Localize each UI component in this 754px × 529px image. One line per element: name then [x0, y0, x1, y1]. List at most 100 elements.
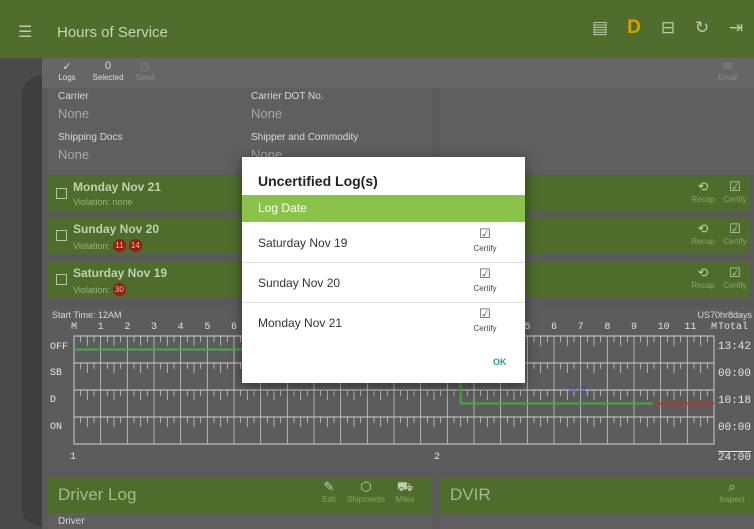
- logout-icon[interactable]: ⇥: [726, 18, 746, 38]
- certify-icon: ☑: [479, 226, 491, 241]
- certify-button[interactable]: ☑ Certify: [720, 221, 750, 246]
- menu-icon[interactable]: ☰: [18, 22, 32, 42]
- dialog-certify-button[interactable]: ☑ Certify: [467, 266, 503, 293]
- box-icon: ⬡: [360, 479, 372, 494]
- violation-label: Violation:: [73, 240, 110, 251]
- logs-label: Logs: [58, 73, 76, 82]
- certify-label: Certify: [473, 324, 497, 333]
- send-icon: ◷: [140, 61, 150, 73]
- log-toolbar: ✓ Logs 0 Selected ◷ Send ✉ Email: [42, 58, 754, 88]
- certify-label: Certify: [473, 284, 497, 293]
- recap-button[interactable]: ⟲ Recap: [688, 265, 718, 290]
- recap-icon: ⟲: [697, 265, 709, 280]
- recap-label: Recap: [691, 237, 715, 246]
- recap-button[interactable]: ⟲ Recap: [688, 221, 718, 246]
- miles-label: Miles: [395, 495, 415, 504]
- dialog-log-date: Sunday Nov 20: [258, 276, 341, 290]
- violation-info: Violation: none: [73, 197, 132, 207]
- page-title: Hours of Service: [57, 24, 168, 41]
- certify-icon: ☑: [479, 266, 491, 281]
- violation-info: Violation: 30: [73, 283, 126, 296]
- selected-counter: 0 Selected: [90, 60, 126, 82]
- log-row-date: Sunday Nov 20: [73, 222, 160, 236]
- send-label: Send: [135, 73, 155, 82]
- certify-label: Certify: [723, 195, 747, 204]
- side-drawer-handle[interactable]: [22, 76, 42, 526]
- dialog-log-row: Saturday Nov 19 ☑ Certify: [242, 223, 525, 263]
- recap-label: Recap: [691, 281, 715, 290]
- inspect-button[interactable]: ⌕ Inspect: [716, 479, 748, 504]
- dialog-title: Uncertified Log(s): [258, 173, 378, 189]
- dialog-log-date: Saturday Nov 19: [258, 236, 348, 250]
- dialog-certify-button[interactable]: ☑ Certify: [467, 306, 503, 333]
- pencil-icon: ✎: [323, 479, 335, 494]
- app-bar: ☰ Hours of Service ▤ D ⊟ ↻ ⇥: [0, 0, 754, 58]
- row-checkbox[interactable]: [56, 230, 67, 241]
- carrier-dot-label: Carrier DOT No.: [251, 91, 324, 102]
- shipments-button[interactable]: ⬡ Shipments: [346, 479, 386, 504]
- dialog-certify-button[interactable]: ☑ Certify: [467, 226, 503, 253]
- inspect-label: Inspect: [719, 495, 745, 504]
- driver-log-title: Driver Log: [58, 485, 137, 504]
- dvir-title: DVIR: [450, 485, 491, 504]
- certify-icon: ☑: [479, 306, 491, 321]
- carrier-dot-value: None: [251, 106, 283, 121]
- shipping-docs-label: Shipping Docs: [58, 132, 123, 143]
- certify-label: Certify: [723, 237, 747, 246]
- carrier-label: Carrier: [58, 91, 89, 102]
- log-date-header: Log Date: [258, 201, 307, 215]
- logs-button[interactable]: ✓ Logs: [54, 60, 80, 82]
- certify-label: Certify: [723, 281, 747, 290]
- carrier-value: None: [58, 106, 90, 121]
- violation-badge[interactable]: 11: [112, 239, 126, 252]
- driver-log-body: Driver: [48, 513, 432, 529]
- violation-badge[interactable]: 14: [128, 239, 142, 252]
- certify-button[interactable]: ☑ Certify: [720, 179, 750, 204]
- recap-button[interactable]: ⟲ Recap: [688, 179, 718, 204]
- recap-icon: ⟲: [697, 221, 709, 236]
- dialog-log-row: Monday Nov 21 ☑ Certify: [242, 303, 525, 343]
- ok-button[interactable]: OK: [493, 357, 507, 367]
- certify-icon: ☑: [729, 265, 741, 280]
- dvir-card[interactable]: DVIR ⌕ Inspect: [440, 477, 754, 513]
- violation-label: Violation: none: [73, 197, 133, 207]
- miles-button[interactable]: ⛟ Miles: [390, 479, 420, 504]
- check-icon: ✓: [62, 61, 72, 73]
- app-bar-actions: ▤ D ⊟ ↻ ⇥: [590, 17, 746, 38]
- violation-label: Violation:: [73, 284, 110, 295]
- message-icon[interactable]: ▤: [590, 18, 610, 38]
- shipping-docs-value: None: [58, 147, 90, 162]
- search-icon: ⌕: [728, 479, 736, 494]
- email-button[interactable]: ✉ Email: [714, 60, 742, 82]
- segment-duration-label: 10:18: [568, 386, 586, 393]
- certify-label: Certify: [473, 244, 497, 253]
- edit-label: Edit: [322, 495, 336, 504]
- violation-badge[interactable]: 30: [112, 283, 126, 296]
- selected-count: 0: [104, 60, 112, 72]
- email-label: Email: [717, 73, 738, 82]
- selected-label: Selected: [92, 73, 124, 82]
- row-checkbox[interactable]: [56, 188, 67, 199]
- dialog-log-date: Monday Nov 21: [258, 316, 343, 330]
- send-button[interactable]: ◷ Send: [132, 60, 158, 82]
- certify-button[interactable]: ☑ Certify: [720, 265, 750, 290]
- dialog-log-row: Sunday Nov 20 ☑ Certify: [242, 263, 525, 303]
- driver-log-card[interactable]: Driver Log ✎ Edit ⬡ Shipments ⛟ Miles: [48, 477, 432, 513]
- shipments-label: Shipments: [347, 495, 385, 504]
- dialog-column-header: Log Date: [242, 195, 525, 222]
- shipper-label: Shipper and Commodity: [251, 132, 359, 143]
- email-icon: ✉: [723, 61, 733, 73]
- edit-button[interactable]: ✎ Edit: [314, 479, 344, 504]
- dot-inspection-icon[interactable]: ⊟: [658, 18, 678, 38]
- violation-info: Violation: 11 14: [73, 239, 142, 252]
- row-checkbox[interactable]: [56, 274, 67, 285]
- side-rail: [0, 58, 42, 529]
- refresh-icon[interactable]: ↻: [692, 18, 712, 38]
- log-row-date: Monday Nov 21: [73, 180, 162, 194]
- dvir-body: [440, 513, 754, 529]
- car-icon: ⛟: [396, 479, 414, 494]
- log-row-date: Saturday Nov 19: [73, 266, 168, 280]
- recap-label: Recap: [691, 195, 715, 204]
- duty-status-icon[interactable]: D: [624, 17, 644, 38]
- certify-icon: ☑: [729, 179, 741, 194]
